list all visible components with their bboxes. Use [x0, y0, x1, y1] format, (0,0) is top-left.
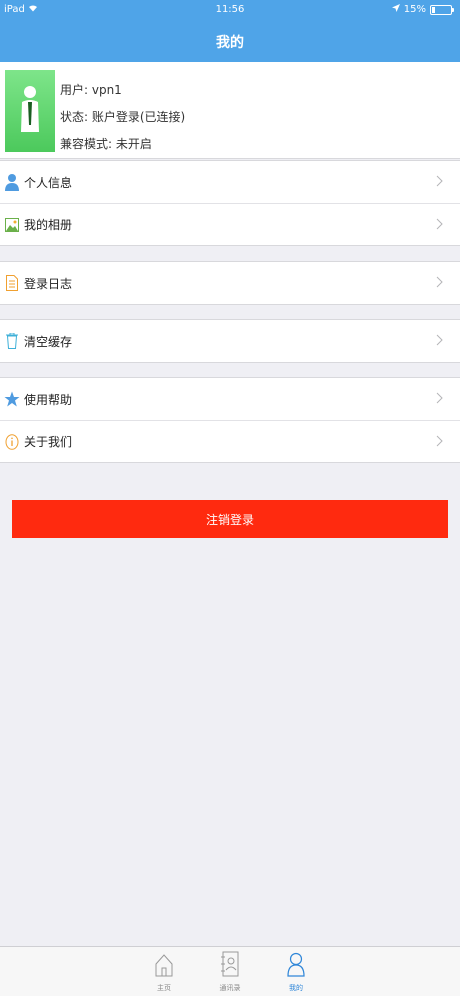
home-icon: [155, 954, 173, 977]
profile-info: 用户: vpn1 状态: 账户登录(已连接) 兼容模式: 未开启: [60, 80, 185, 161]
page-title: 我的: [216, 35, 244, 51]
menu-label: 清空缓存: [24, 334, 73, 349]
tab-label: 主页: [157, 984, 171, 992]
battery-percent: 15%: [403, 4, 426, 15]
menu-label: 使用帮助: [24, 392, 73, 407]
chevron-right-icon: [436, 435, 443, 447]
menu-label: 关于我们: [24, 435, 73, 449]
menu-label: 个人信息: [24, 175, 73, 190]
menu-group-info: 使用帮助 关于我们: [0, 377, 460, 463]
menu-item-about[interactable]: 关于我们: [0, 420, 460, 462]
menu-label: 我的相册: [24, 218, 73, 232]
logout-button[interactable]: 注销登录: [12, 500, 448, 538]
photo-album-icon: [4, 216, 20, 234]
location-arrow-icon: [391, 4, 400, 15]
battery-icon: [430, 4, 454, 15]
chevron-right-icon: [436, 175, 443, 187]
document-icon: [4, 274, 20, 292]
menu-item-help[interactable]: 使用帮助: [0, 378, 460, 420]
contacts-book-icon: [221, 951, 239, 977]
tab-contacts[interactable]: 通讯录: [210, 951, 250, 993]
navigation-header: iPad 11:56 15% 我的: [0, 0, 460, 62]
person-icon: [4, 173, 20, 191]
menu-group-account: 个人信息 我的相册: [0, 160, 460, 246]
avatar: [5, 70, 55, 152]
chevron-right-icon: [436, 392, 443, 404]
profile-card: 用户: vpn1 状态: 账户登录(已连接) 兼容模式: 未开启: [0, 62, 460, 159]
person-icon: [287, 952, 305, 977]
tab-home[interactable]: 主页: [144, 951, 184, 993]
status-bar: iPad 11:56 15%: [0, 0, 460, 20]
menu-label: 登录日志: [24, 276, 73, 291]
tab-label: 通讯录: [219, 984, 241, 992]
menu-group-log: 登录日志: [0, 261, 460, 305]
info-icon: [4, 433, 20, 451]
chevron-right-icon: [436, 218, 443, 230]
profile-compat-mode: 兼容模式: 未开启: [60, 137, 152, 151]
menu-item-clear-cache[interactable]: 清空缓存: [0, 320, 460, 362]
star-icon: [4, 390, 20, 408]
tab-bar: 主页 通讯录 我的: [0, 946, 460, 996]
tab-mine[interactable]: 我的: [276, 951, 316, 993]
menu-group-cache: 清空缓存: [0, 319, 460, 363]
menu-item-personal-info[interactable]: 个人信息: [0, 161, 460, 203]
tab-label: 我的: [289, 984, 303, 992]
menu-item-login-log[interactable]: 登录日志: [0, 262, 460, 304]
status-right: 15%: [391, 4, 454, 15]
profile-user: 用户: vpn1: [60, 83, 122, 97]
chevron-right-icon: [436, 276, 443, 288]
chevron-right-icon: [436, 334, 443, 346]
profile-status: 状态: 账户登录(已连接): [60, 110, 186, 124]
trash-icon: [4, 332, 20, 350]
menu-item-album[interactable]: 我的相册: [0, 203, 460, 245]
